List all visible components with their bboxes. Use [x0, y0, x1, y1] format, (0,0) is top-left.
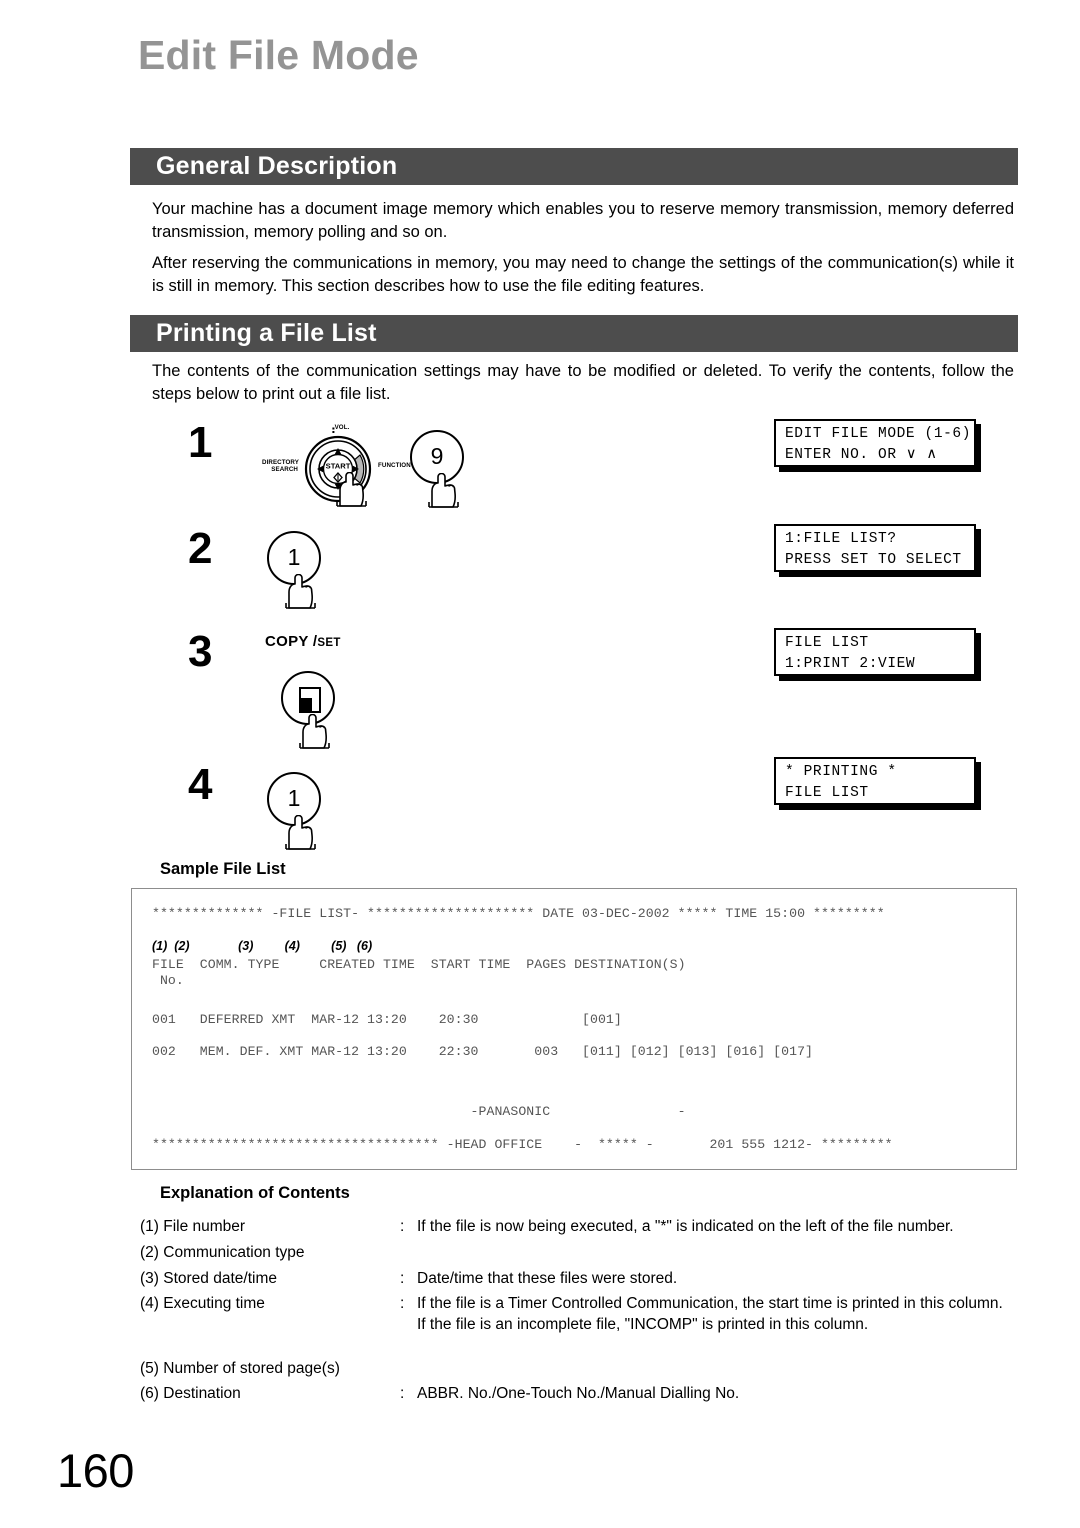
step-number-1: 1	[188, 418, 213, 467]
explanation-item-colon: :	[400, 1385, 405, 1402]
pointing-hand-icon	[332, 472, 372, 508]
paragraph-general-1: Your machine has a document image memory…	[152, 200, 1014, 241]
paragraph-general-2: After reserving the communications in me…	[152, 254, 1014, 295]
filelist-column-headers: FILE COMM. TYPE CREATED TIME START TIME …	[152, 957, 686, 972]
explanation-of-contents-heading: Explanation of Contents	[160, 1184, 350, 1202]
lcd-line-2: ENTER NO. OR ∨ ∧	[785, 447, 938, 463]
filelist-row: 002 MEM. DEF. XMT MAR-12 13:20 22:30 003…	[152, 1044, 813, 1059]
wheel-label-volume: VOL.	[334, 424, 350, 431]
explanation-item-description-line1: If the file is a Timer Controlled Commun…	[417, 1295, 1003, 1312]
explanation-item-description: Date/time that these files were stored.	[417, 1270, 678, 1287]
page-title: Edit File Mode	[138, 32, 419, 78]
lcd-display-step-1: EDIT FILE MODE (1-6) ENTER NO. OR ∨ ∧	[774, 419, 976, 467]
sample-file-list-heading: Sample File List	[160, 860, 286, 878]
step-number-3: 3	[188, 627, 213, 676]
document-page-icon	[299, 687, 321, 713]
explanation-item-description-line2: If the file is an incomplete file, "INCO…	[417, 1316, 869, 1333]
step-number-2: 2	[188, 524, 213, 573]
explanation-item-description: ABBR. No./One-Touch No./Manual Dialling …	[417, 1385, 740, 1402]
explanation-item-colon: :	[400, 1218, 405, 1235]
lcd-display-step-3: FILE LIST 1:PRINT 2:VIEW	[774, 628, 976, 676]
copy-set-label-main: COPY /	[265, 633, 318, 650]
lcd-display-step-2: 1:FILE LIST? PRESS SET TO SELECT	[774, 524, 976, 572]
filelist-column-headers-sub: No.	[152, 973, 184, 988]
sample-file-list-printout: ************** -FILE LIST- *************…	[131, 888, 1017, 1170]
explanation-item-colon: :	[400, 1295, 405, 1312]
filelist-panasonic-line: -PANASONIC -	[152, 1104, 686, 1119]
paragraph-printing-1: The contents of the communication settin…	[152, 362, 1014, 403]
section-header-printing-a-file-list: Printing a File List	[130, 315, 1018, 352]
lcd-line-2: FILE LIST	[785, 785, 869, 801]
explanation-item-label: (2) Communication type	[140, 1244, 305, 1261]
explanation-item-label: (4) Executing time	[140, 1295, 265, 1312]
explanation-item-description: If the file is a Timer Controlled Commun…	[417, 1293, 1080, 1335]
filelist-footer-line: ************************************ -HE…	[152, 1137, 893, 1152]
pointing-hand-icon	[281, 574, 321, 610]
explanation-item-label: (1) File number	[140, 1218, 246, 1235]
svg-text:START: START	[326, 462, 351, 471]
copy-set-label-small: SET	[317, 637, 341, 649]
filelist-row: 001 DEFERRED XMT MAR-12 13:20 20:30 [001…	[152, 1012, 622, 1027]
lcd-line-1: * PRINTING *	[785, 764, 897, 780]
lcd-line-1: 1:FILE LIST?	[785, 531, 897, 547]
explanation-item-description: If the file is now being executed, a "*"…	[417, 1218, 954, 1235]
explanation-item-label: (3) Stored date/time	[140, 1270, 277, 1287]
step-number-4: 4	[188, 760, 213, 809]
explanation-item-label: (5) Number of stored page(s)	[140, 1360, 340, 1377]
lcd-line-2: PRESS SET TO SELECT	[785, 552, 962, 568]
explanation-item-label: (6) Destination	[140, 1385, 241, 1402]
pointing-hand-icon	[281, 815, 321, 851]
lcd-line-1: FILE LIST	[785, 635, 869, 651]
lcd-line-1: EDIT FILE MODE (1-6)	[785, 426, 972, 442]
copy-set-button-label: COPY /SET	[265, 633, 341, 650]
lcd-line-2: 1:PRINT 2:VIEW	[785, 656, 916, 672]
filelist-column-markers: (1) (2) (3) (4) (5) (6)	[152, 939, 373, 953]
section-header-general-description: General Description	[130, 148, 1018, 185]
pointing-hand-icon	[295, 714, 335, 750]
page-number: 160	[57, 1444, 134, 1497]
lcd-display-step-4: * PRINTING * FILE LIST	[774, 757, 976, 805]
wheel-label-directory-search: DIRECTORY SEARCH	[262, 459, 299, 473]
pointing-hand-icon	[424, 473, 464, 509]
explanation-item-colon: :	[400, 1270, 405, 1287]
filelist-header-line: ************** -FILE LIST- *************…	[152, 906, 885, 921]
